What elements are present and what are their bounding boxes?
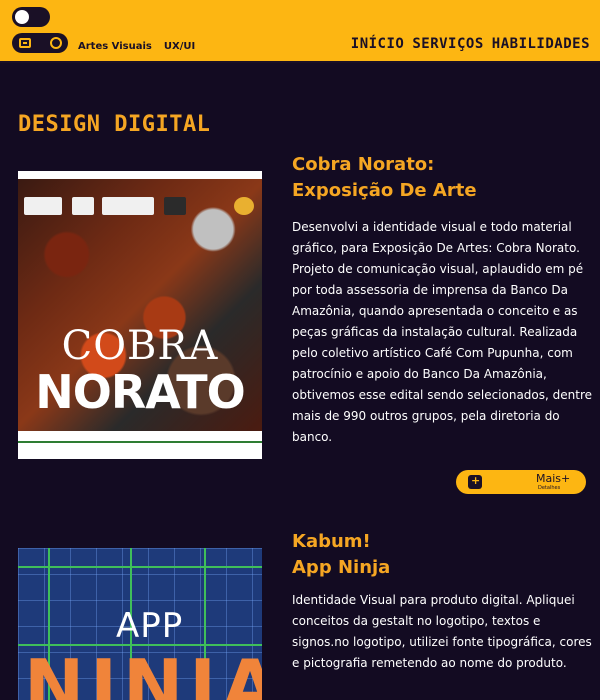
project-image-cobra-norato[interactable]: COBRA NORATO (18, 171, 262, 459)
theme-toggle[interactable] (12, 7, 50, 27)
logo-ring-icon (50, 37, 62, 49)
poster-word-ninja: NINJA (24, 644, 262, 700)
project-description: Identidade Visual para produto digital. … (292, 593, 592, 670)
sub-nav: Artes Visuais UX/UI (78, 41, 195, 52)
poster-green-line (18, 441, 262, 443)
sub-link-artes-visuais[interactable]: Artes Visuais (78, 41, 152, 52)
add-square-icon (468, 474, 482, 489)
more-details-button[interactable]: Mais+ Detalhes (456, 470, 586, 494)
sub-link-ux-ui[interactable]: UX/UI (164, 41, 195, 52)
poster-top-band (18, 171, 262, 179)
poster-bottom-band (18, 431, 262, 459)
more-sublabel: Detalhes (538, 485, 561, 491)
logo-box-icon (19, 38, 31, 48)
guide-line (18, 566, 262, 568)
project-image-app-ninja[interactable]: APP NINJA (18, 548, 262, 700)
more-label: Mais+ (536, 472, 571, 485)
project-title-line1: Kabum! (292, 531, 371, 552)
nav-link-servicos[interactable]: SERVIÇOS (412, 36, 483, 52)
sponsor-logos (24, 197, 256, 219)
sponsor-logo (102, 197, 154, 215)
sponsor-logo (234, 197, 254, 215)
toggle-knob (15, 10, 29, 24)
project-title-line1: Cobra Norato: (292, 154, 435, 175)
project-title-line2: Exposição De Arte (292, 180, 477, 201)
nav-link-habilidades[interactable]: HABILIDADES (492, 36, 590, 52)
sponsor-logo (24, 197, 62, 215)
main-nav: INÍCIO SERVIÇOS HABILIDADES (351, 36, 590, 52)
logo[interactable] (12, 33, 68, 53)
nav-link-inicio[interactable]: INÍCIO (351, 36, 405, 52)
project-title-line2: App Ninja (292, 557, 391, 578)
section-title: DESIGN DIGITAL (18, 112, 211, 137)
poster-word-cobra: COBRA (61, 323, 219, 369)
project-description: Desenvolvi a identidade visual e todo ma… (292, 220, 593, 444)
poster-word-app: APP (116, 606, 184, 646)
sponsor-logo (72, 197, 94, 215)
project-title-app-ninja: Kabum! App Ninja (292, 529, 390, 581)
poster-word-norato: NORATO (35, 365, 246, 419)
project-title-cobra-norato: Cobra Norato: Exposição De Arte (292, 152, 477, 204)
top-header: Artes Visuais UX/UI INÍCIO SERVIÇOS HABI… (0, 0, 600, 63)
sponsor-logo (164, 197, 186, 215)
